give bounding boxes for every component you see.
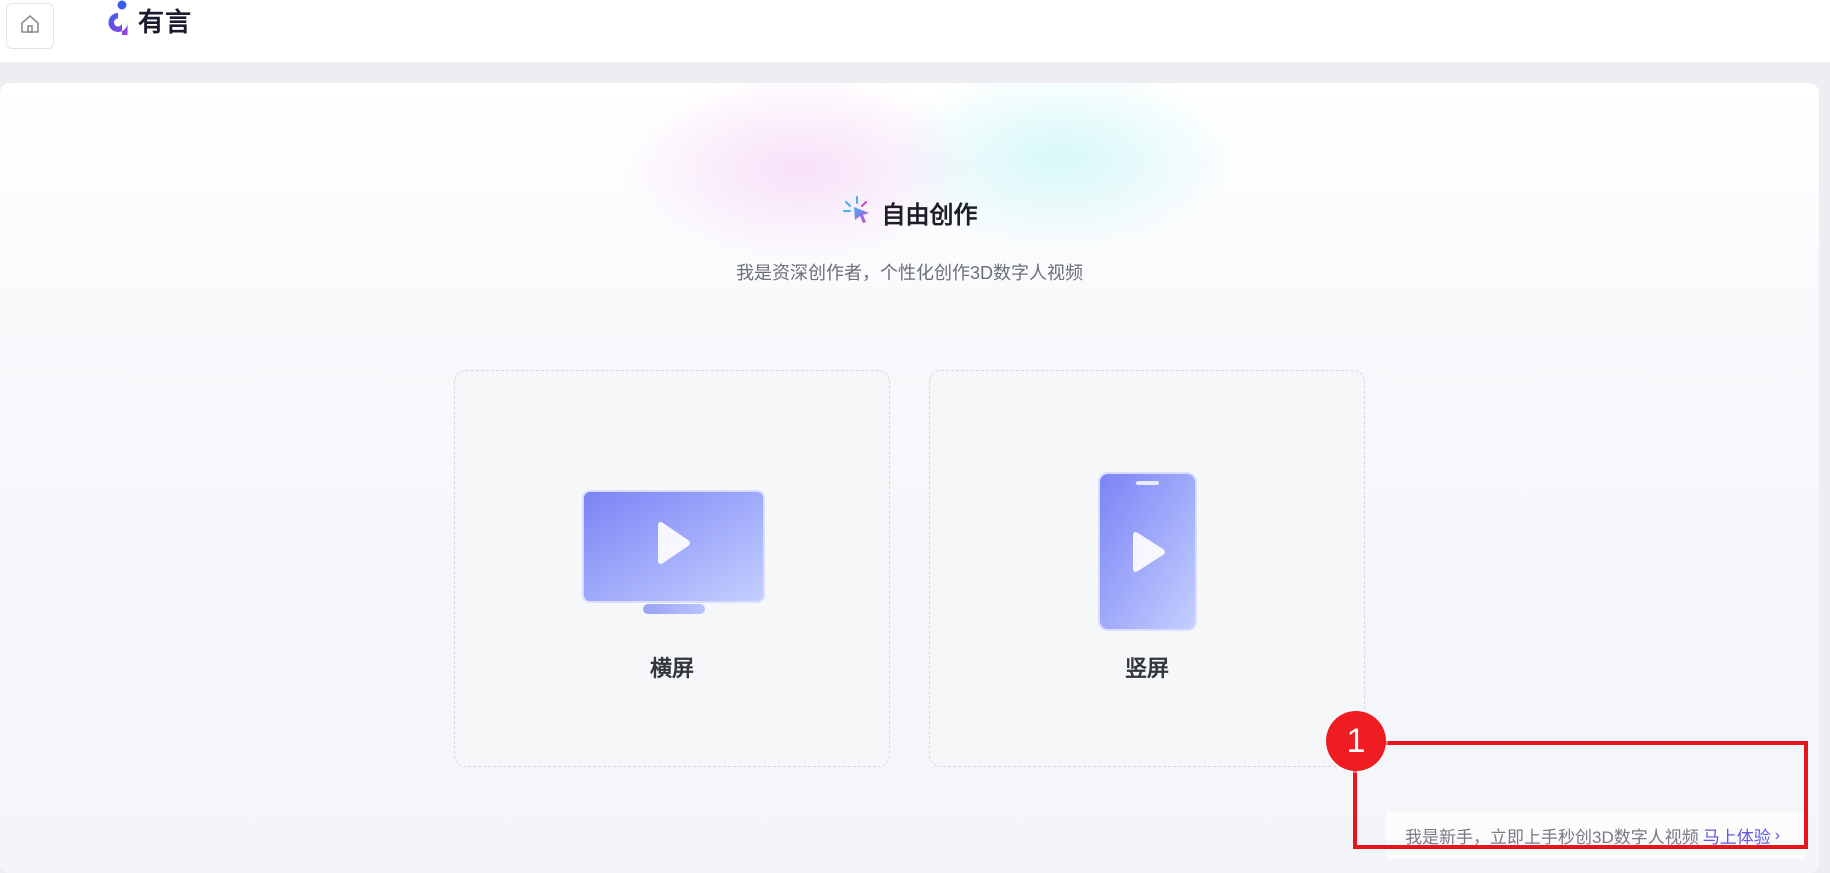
card-label: 横屏 — [649, 656, 694, 681]
portrait-phone-play-icon — [1098, 472, 1198, 637]
sparkle-cursor-icon — [842, 195, 872, 230]
annotation-highlight-box — [1353, 741, 1808, 849]
portrait-card[interactable]: 竖屏 — [929, 370, 1365, 767]
annotation-badge: 1 — [1326, 711, 1386, 771]
page-subtitle: 我是资深创作者，个性化创作3D数字人视频 — [735, 263, 1083, 283]
home-icon — [19, 13, 41, 40]
home-button[interactable] — [6, 3, 54, 49]
page-title: 自由创作 — [881, 202, 978, 229]
landscape-card[interactable]: 横屏 — [454, 370, 890, 767]
logo-text: 有言 — [138, 6, 193, 37]
landscape-screen-play-icon — [582, 490, 766, 623]
section-title: 自由创作 — [0, 195, 1819, 230]
logo-mark-icon — [104, 0, 134, 42]
app-logo[interactable]: 有言 — [104, 0, 192, 40]
top-bar: 有言 — [0, 0, 1830, 62]
card-label: 竖屏 — [1124, 656, 1169, 681]
